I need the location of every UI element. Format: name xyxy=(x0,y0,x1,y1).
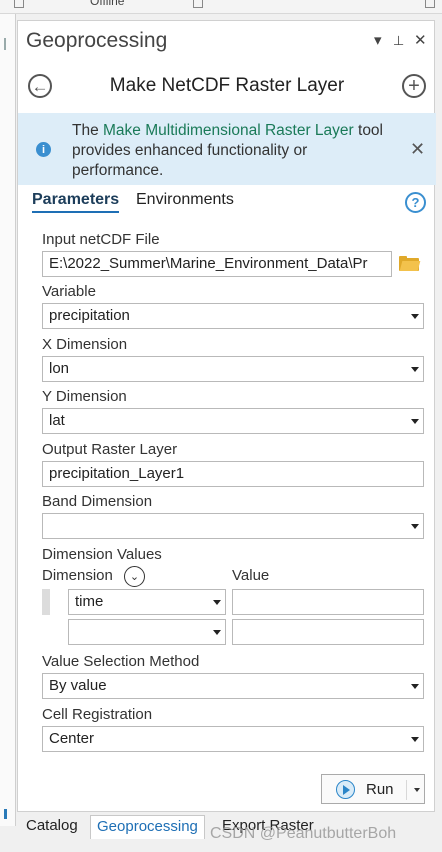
chevron-down-icon xyxy=(411,524,419,529)
chevron-down-icon xyxy=(213,600,221,605)
cell-registration-dropdown[interactable]: Center xyxy=(42,726,424,752)
scrollbar[interactable] xyxy=(4,38,10,50)
watermark: CSDN @PeanutbutterBoh xyxy=(210,825,397,842)
tool-title: Make NetCDF Raster Layer xyxy=(109,75,345,96)
value-selection-method-dropdown[interactable]: By value xyxy=(42,673,424,699)
variable-value: precipitation xyxy=(49,307,130,324)
chevron-down-icon xyxy=(411,684,419,689)
value-column-header: Value xyxy=(232,567,270,584)
left-side-panel xyxy=(0,14,16,826)
chevron-down-icon[interactable]: ⌄ xyxy=(124,566,145,587)
banner-close-icon[interactable]: ✕ xyxy=(410,139,425,160)
add-tool-button[interactable]: + xyxy=(402,74,426,98)
row-drag-handle[interactable] xyxy=(42,589,50,615)
cell-registration-value: Center xyxy=(49,730,95,747)
top-strip: Offline xyxy=(0,0,442,14)
pin-icon[interactable]: ⊥ xyxy=(393,33,404,49)
small-box-icon xyxy=(193,0,203,8)
help-icon[interactable]: ? xyxy=(405,192,426,213)
banner-text: The Make Multidimensional Raster Layer t… xyxy=(72,122,384,179)
dimension-values-label: Dimension Values xyxy=(42,546,162,563)
banner-link[interactable]: Make Multidimensional Raster Layer xyxy=(103,122,354,139)
x-dimension-dropdown[interactable]: lon xyxy=(42,356,424,382)
pane-title: Geoprocessing xyxy=(26,29,168,52)
tab-geoprocessing[interactable]: Geoprocessing xyxy=(90,815,205,839)
y-dimension-label: Y Dimension xyxy=(42,388,127,405)
selection-marker xyxy=(4,809,7,819)
pane-menu-icon[interactable]: ▾ xyxy=(374,31,382,49)
variable-label: Variable xyxy=(42,283,96,300)
chevron-down-icon xyxy=(411,419,419,424)
dimension-dropdown[interactable] xyxy=(68,619,226,645)
chevron-down-icon xyxy=(213,630,221,635)
cell-registration-label: Cell Registration xyxy=(42,706,153,723)
chevron-down-icon xyxy=(411,737,419,742)
run-label: Run xyxy=(366,781,394,798)
value-selection-method-label: Value Selection Method xyxy=(42,653,200,670)
tool-nav-bar: ← Make NetCDF Raster Layer + xyxy=(18,65,436,111)
offline-label: Offline xyxy=(90,0,125,8)
input-file-label: Input netCDF File xyxy=(42,231,160,248)
tab-catalog[interactable]: Catalog xyxy=(20,815,84,839)
dimension-column-header: Dimension xyxy=(42,567,113,584)
variable-dropdown[interactable]: precipitation xyxy=(42,303,424,329)
info-icon: i xyxy=(36,142,51,157)
chevron-down-icon xyxy=(411,367,419,372)
run-button[interactable]: Run xyxy=(321,774,425,804)
input-file-field[interactable]: E:\2022_Summer\Marine_Environment_Data\P… xyxy=(42,251,392,277)
value-input[interactable] xyxy=(232,619,424,645)
chevron-down-icon xyxy=(411,314,419,319)
small-box-icon xyxy=(425,0,435,8)
folder-browse-icon[interactable] xyxy=(399,256,421,271)
geoprocessing-pane: Geoprocessing ▾ ⊥ ✕ ← Make NetCDF Raster… xyxy=(17,20,436,812)
info-banner: i The Make Multidimensional Raster Layer… xyxy=(18,113,436,185)
y-dimension-value: lat xyxy=(49,412,65,429)
value-selection-method-value: By value xyxy=(49,677,107,694)
band-dimension-dropdown[interactable] xyxy=(42,513,424,539)
x-dimension-value: lon xyxy=(49,360,70,377)
output-layer-field[interactable]: precipitation_Layer1 xyxy=(42,461,424,487)
tab-environments[interactable]: Environments xyxy=(136,191,234,209)
tab-parameters[interactable]: Parameters xyxy=(32,191,120,213)
chevron-down-icon[interactable] xyxy=(414,788,420,792)
play-icon xyxy=(336,780,355,799)
pane-close-icon[interactable]: ✕ xyxy=(414,31,427,49)
tabs: Parameters Environments ? xyxy=(30,191,430,217)
plus-icon: + xyxy=(408,75,420,97)
value-input[interactable] xyxy=(232,589,424,615)
x-dimension-label: X Dimension xyxy=(42,336,128,353)
y-dimension-dropdown[interactable]: lat xyxy=(42,408,424,434)
dimension-dropdown[interactable]: time xyxy=(68,589,226,615)
small-box-icon xyxy=(14,0,24,8)
band-dimension-label: Band Dimension xyxy=(42,493,153,510)
output-layer-label: Output Raster Layer xyxy=(42,441,178,458)
